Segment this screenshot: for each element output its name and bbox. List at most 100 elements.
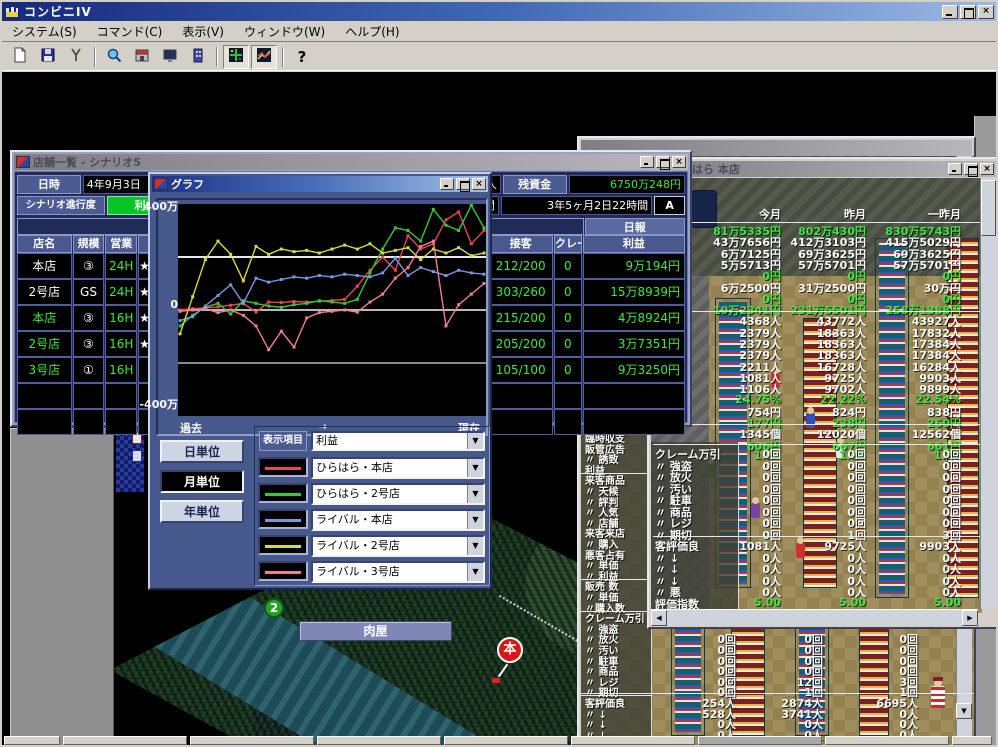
store-list-titlebar[interactable]: 店舗一覧 - シナリオ5 × (14, 154, 688, 170)
store-cell: 2号店 (17, 331, 72, 357)
store-cell: 3万7351円 (582, 331, 685, 357)
empty-cell (17, 383, 72, 409)
minimized-windows-strip[interactable] (2, 736, 996, 745)
empty-cell (105, 409, 138, 435)
toolbar-separator (282, 46, 284, 67)
section-divider (653, 311, 980, 312)
building-button[interactable] (185, 45, 211, 69)
map-marker-honten[interactable]: 本 (497, 637, 523, 663)
store-cell: 15万8939円 (582, 279, 685, 305)
list-close-button[interactable]: × (672, 156, 686, 168)
y-axis-bottom-label: -400万 (139, 398, 178, 411)
app-titlebar: コンビニIV × (2, 2, 996, 21)
section-divider (581, 693, 974, 694)
chevron-down-icon[interactable]: ▼ (467, 563, 483, 581)
legend-swatch (258, 509, 308, 529)
honten-minimize-button[interactable] (948, 163, 962, 175)
wrench-icon (68, 47, 84, 67)
stat-row: 〃 悪 0人 0人 0人 (651, 584, 982, 599)
column-header: 店名 (17, 235, 72, 253)
zoom-magnifier-icon (106, 47, 122, 67)
store-cell: 0 (553, 331, 582, 357)
chart-line-icon (256, 47, 272, 67)
store-list-window-icon (16, 156, 30, 168)
store-front-button[interactable] (129, 45, 155, 69)
legend-store-dropdown[interactable]: ひらはら・本店 ▼ (311, 457, 485, 479)
menu-item[interactable]: ヘルプ(H) (335, 21, 409, 42)
legend-store-name: ひらはら・2号店 (316, 487, 400, 500)
y-axis-top-label: 400万 (144, 200, 178, 213)
map-marker-2[interactable]: 2 (264, 598, 284, 618)
honten-horizontal-scrollbar[interactable]: ◀ ▶ (651, 609, 978, 626)
new-document-button[interactable] (7, 45, 33, 69)
rank-badge: A (654, 196, 685, 215)
label-divider (581, 472, 652, 474)
legend-swatch (258, 535, 308, 555)
app-close-button[interactable]: × (978, 4, 994, 19)
cash-value: 6750万248円 (568, 175, 686, 194)
legend-store-dropdown[interactable]: ひらはら・2号店 ▼ (311, 483, 485, 505)
menu-item[interactable]: コマンド(C) (87, 21, 173, 42)
store-cell: 0 (553, 305, 582, 331)
save-floppy-button[interactable] (35, 45, 61, 69)
unit-button-year[interactable]: 年単位 (160, 500, 244, 523)
list-minimize-button[interactable] (640, 156, 654, 168)
legend-store-dropdown[interactable]: ライバル・2号店 ▼ (311, 535, 485, 557)
header-underline (653, 222, 980, 223)
legend-store-dropdown[interactable]: ライバル・3号店 ▼ (311, 561, 485, 583)
empty-cell (582, 383, 685, 409)
legend-store-dropdown[interactable]: ライバル・本店 ▼ (311, 509, 485, 531)
graph-minimize-button[interactable] (440, 178, 454, 190)
stat-row: 〃 レジ 0回 0回 0回 (651, 515, 982, 530)
graph-window: グラフ × 400万 0 -400万 過去 → 現在 日単位 月単位 年単位 表示項… (139, 172, 492, 590)
empty-cell (553, 409, 582, 435)
legend-swatch (258, 561, 308, 581)
graph-maximize-button[interactable] (456, 178, 470, 192)
store-cell: ① (72, 357, 105, 383)
store-cell: 本店 (17, 305, 72, 331)
chevron-down-icon[interactable]: ▼ (467, 485, 483, 503)
app-maximize-button[interactable] (960, 4, 976, 19)
monitor-button[interactable] (157, 45, 183, 69)
list-maximize-button[interactable] (656, 156, 670, 170)
menu-item[interactable]: システム(S) (2, 21, 87, 42)
column-header: クレーム (553, 235, 582, 253)
chevron-down-icon[interactable]: ▼ (467, 459, 483, 477)
menu-item[interactable]: ウィンドウ(W) (234, 21, 335, 42)
store-cell: 0 (553, 253, 582, 279)
wrench-button[interactable] (63, 45, 89, 69)
chevron-down-icon[interactable]: ▼ (467, 537, 483, 555)
chevron-down-icon[interactable]: ▼ (467, 511, 483, 529)
scroll-right-icon[interactable]: ▶ (962, 609, 978, 626)
stat-row: 客評価良 1081人 9725人 9903人 (651, 538, 982, 553)
empty-cell (72, 409, 105, 435)
graph-close-button[interactable]: × (472, 178, 486, 190)
store-front-icon (134, 47, 150, 67)
display-item-dropdown[interactable]: 利益 ▼ (311, 431, 485, 451)
menu-item[interactable]: 表示(V) (172, 21, 234, 42)
store-cell: 0 (553, 279, 582, 305)
legend-store-name: ライバル・2号店 (316, 539, 400, 552)
unit-button-day[interactable]: 日単位 (160, 440, 244, 463)
help-button[interactable]: ? (289, 45, 315, 69)
unit-button-month[interactable]: 月単位 (160, 470, 244, 493)
chart-line-button[interactable] (251, 44, 277, 69)
scroll-left-icon[interactable]: ◀ (651, 609, 667, 626)
column-header: 営業 (105, 235, 138, 253)
chart-table-button[interactable] (223, 44, 249, 69)
display-item-value: 利益 (316, 434, 338, 447)
graph-title: グラフ (171, 178, 204, 191)
honten-vertical-scrollbar[interactable] (980, 178, 996, 609)
honten-maximize-button[interactable] (964, 163, 978, 177)
graph-titlebar[interactable]: グラフ × (152, 176, 488, 192)
building-icon (190, 47, 206, 67)
honten-titlebar[interactable]: ひらはら 本店 × (651, 161, 996, 177)
store-cell: 16H (105, 357, 138, 383)
app-minimize-button[interactable] (942, 4, 958, 19)
scroll-down-icon[interactable]: ▼ (956, 703, 972, 719)
honten-close-button[interactable]: × (980, 163, 994, 175)
store-cell: 105/100 (488, 357, 553, 383)
zoom-magnifier-button[interactable] (101, 45, 127, 69)
column-header: 利益 (582, 235, 685, 253)
chevron-down-icon[interactable]: ▼ (467, 433, 483, 449)
